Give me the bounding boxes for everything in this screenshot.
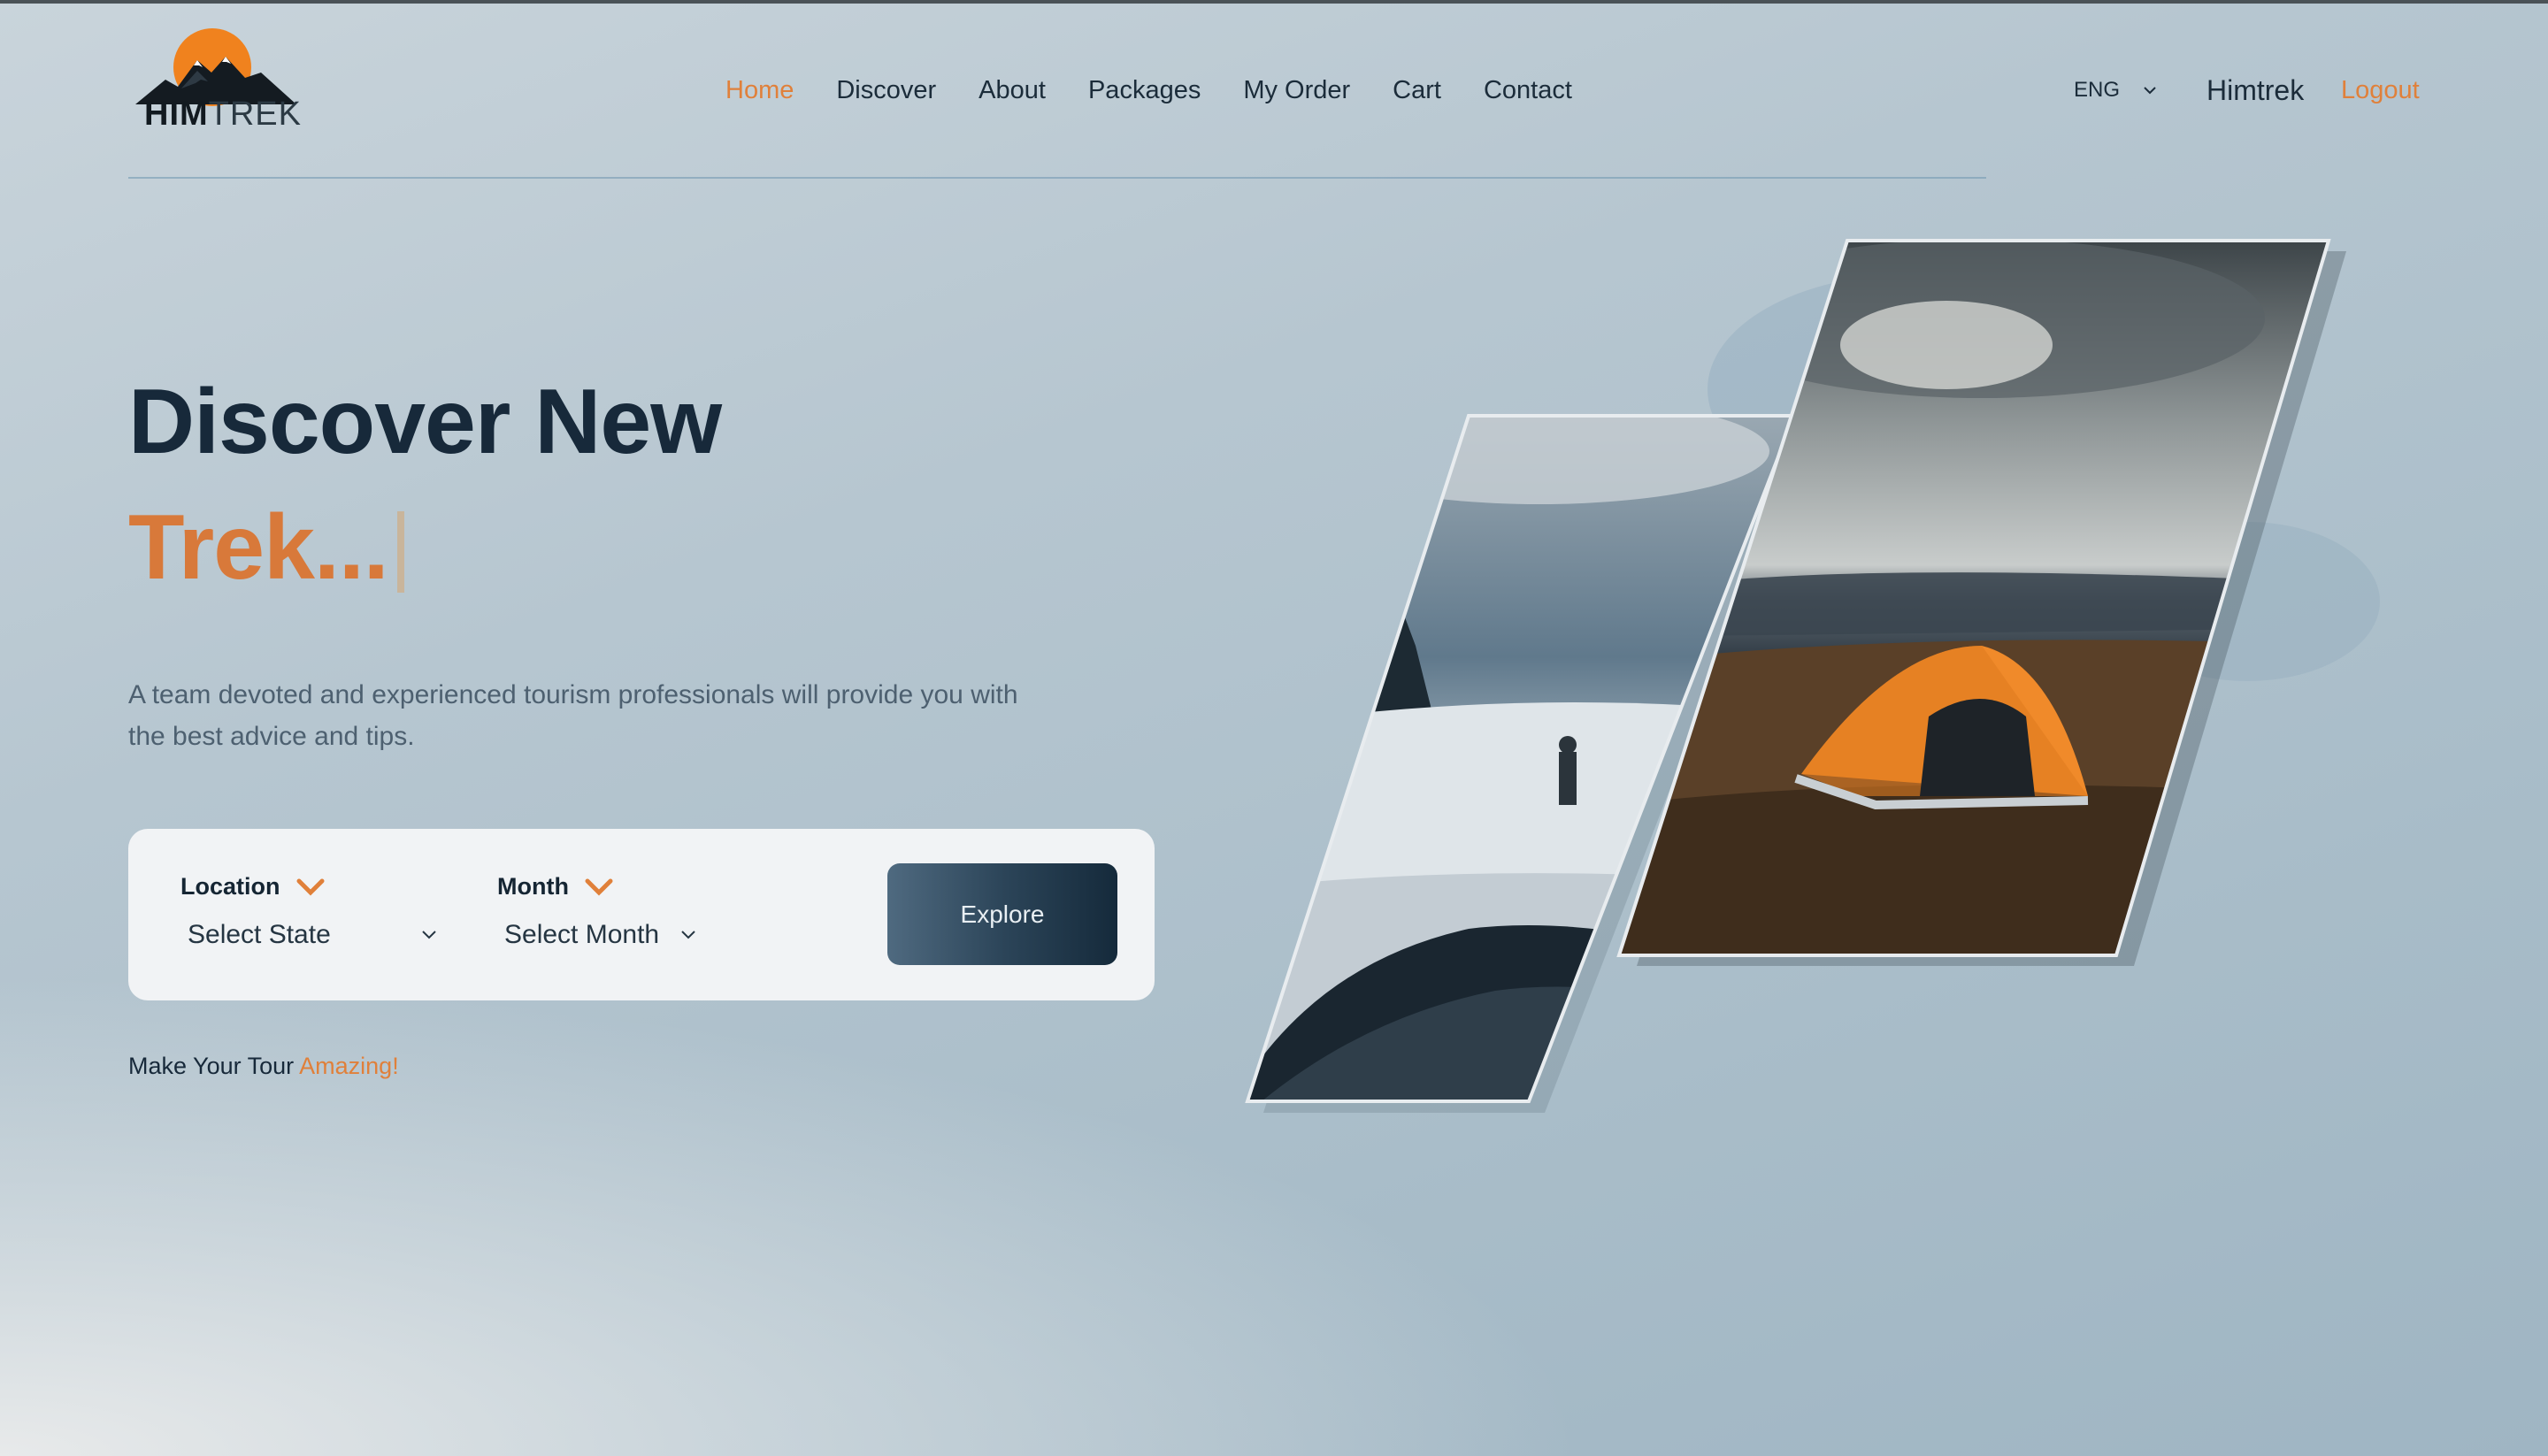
hero-photo-collage bbox=[1245, 239, 2380, 1113]
logout-button[interactable]: Logout bbox=[2341, 76, 2420, 105]
location-select[interactable]: Select State bbox=[180, 920, 437, 950]
nav-item-contact[interactable]: Contact bbox=[1484, 76, 1572, 105]
window-top-border bbox=[0, 0, 2548, 4]
user-name: Himtrek bbox=[2206, 74, 2305, 106]
chevron-down-icon bbox=[296, 878, 324, 896]
logo-text-trek: TREK bbox=[208, 96, 303, 133]
main-nav: Home Discover About Packages My Order Ca… bbox=[725, 76, 1572, 105]
hero-title: Discover New bbox=[128, 371, 722, 473]
language-selector[interactable]: ENG bbox=[2074, 78, 2157, 103]
location-select-value: Select State bbox=[188, 920, 331, 949]
tagline-text: Make Your Tour bbox=[128, 1053, 300, 1079]
location-field[interactable]: Location Select State bbox=[180, 873, 437, 950]
chevron-down-icon bbox=[585, 878, 613, 896]
chevron-down-icon bbox=[2144, 87, 2156, 95]
location-label-text: Location bbox=[180, 873, 280, 900]
nav-item-cart[interactable]: Cart bbox=[1393, 76, 1441, 105]
tagline-accent: Amazing! bbox=[299, 1053, 399, 1079]
explore-button[interactable]: Explore bbox=[887, 863, 1117, 965]
chevron-down-icon bbox=[422, 931, 436, 939]
nav-item-home[interactable]: Home bbox=[725, 76, 794, 105]
nav-item-my-order[interactable]: My Order bbox=[1243, 76, 1350, 105]
search-card: Location Select State Month Select Month… bbox=[128, 829, 1155, 1000]
hero-subtitle: Trek... bbox=[128, 495, 404, 601]
hero-subtitle-text: Trek... bbox=[128, 496, 389, 599]
logo-text-him: HIM bbox=[144, 96, 209, 133]
month-field[interactable]: Month Select Month bbox=[497, 873, 696, 950]
hero-description: A team devoted and experienced tourism p… bbox=[128, 680, 1018, 751]
nav-item-packages[interactable]: Packages bbox=[1088, 76, 1201, 105]
month-select-value: Select Month bbox=[504, 920, 660, 949]
logo-wordmark[interactable]: HIMTREK bbox=[144, 96, 302, 134]
nav-item-discover[interactable]: Discover bbox=[836, 76, 936, 105]
month-label-text: Month bbox=[497, 873, 569, 900]
chevron-down-icon bbox=[681, 931, 695, 939]
nav-item-about[interactable]: About bbox=[979, 76, 1046, 105]
tagline: Make Your Tour Amazing! bbox=[128, 1053, 399, 1080]
month-select[interactable]: Select Month bbox=[497, 920, 696, 950]
month-label: Month bbox=[497, 873, 696, 900]
typing-cursor bbox=[396, 510, 404, 593]
language-label: ENG bbox=[2074, 78, 2121, 102]
header-divider bbox=[128, 177, 1986, 179]
location-label: Location bbox=[180, 873, 437, 900]
